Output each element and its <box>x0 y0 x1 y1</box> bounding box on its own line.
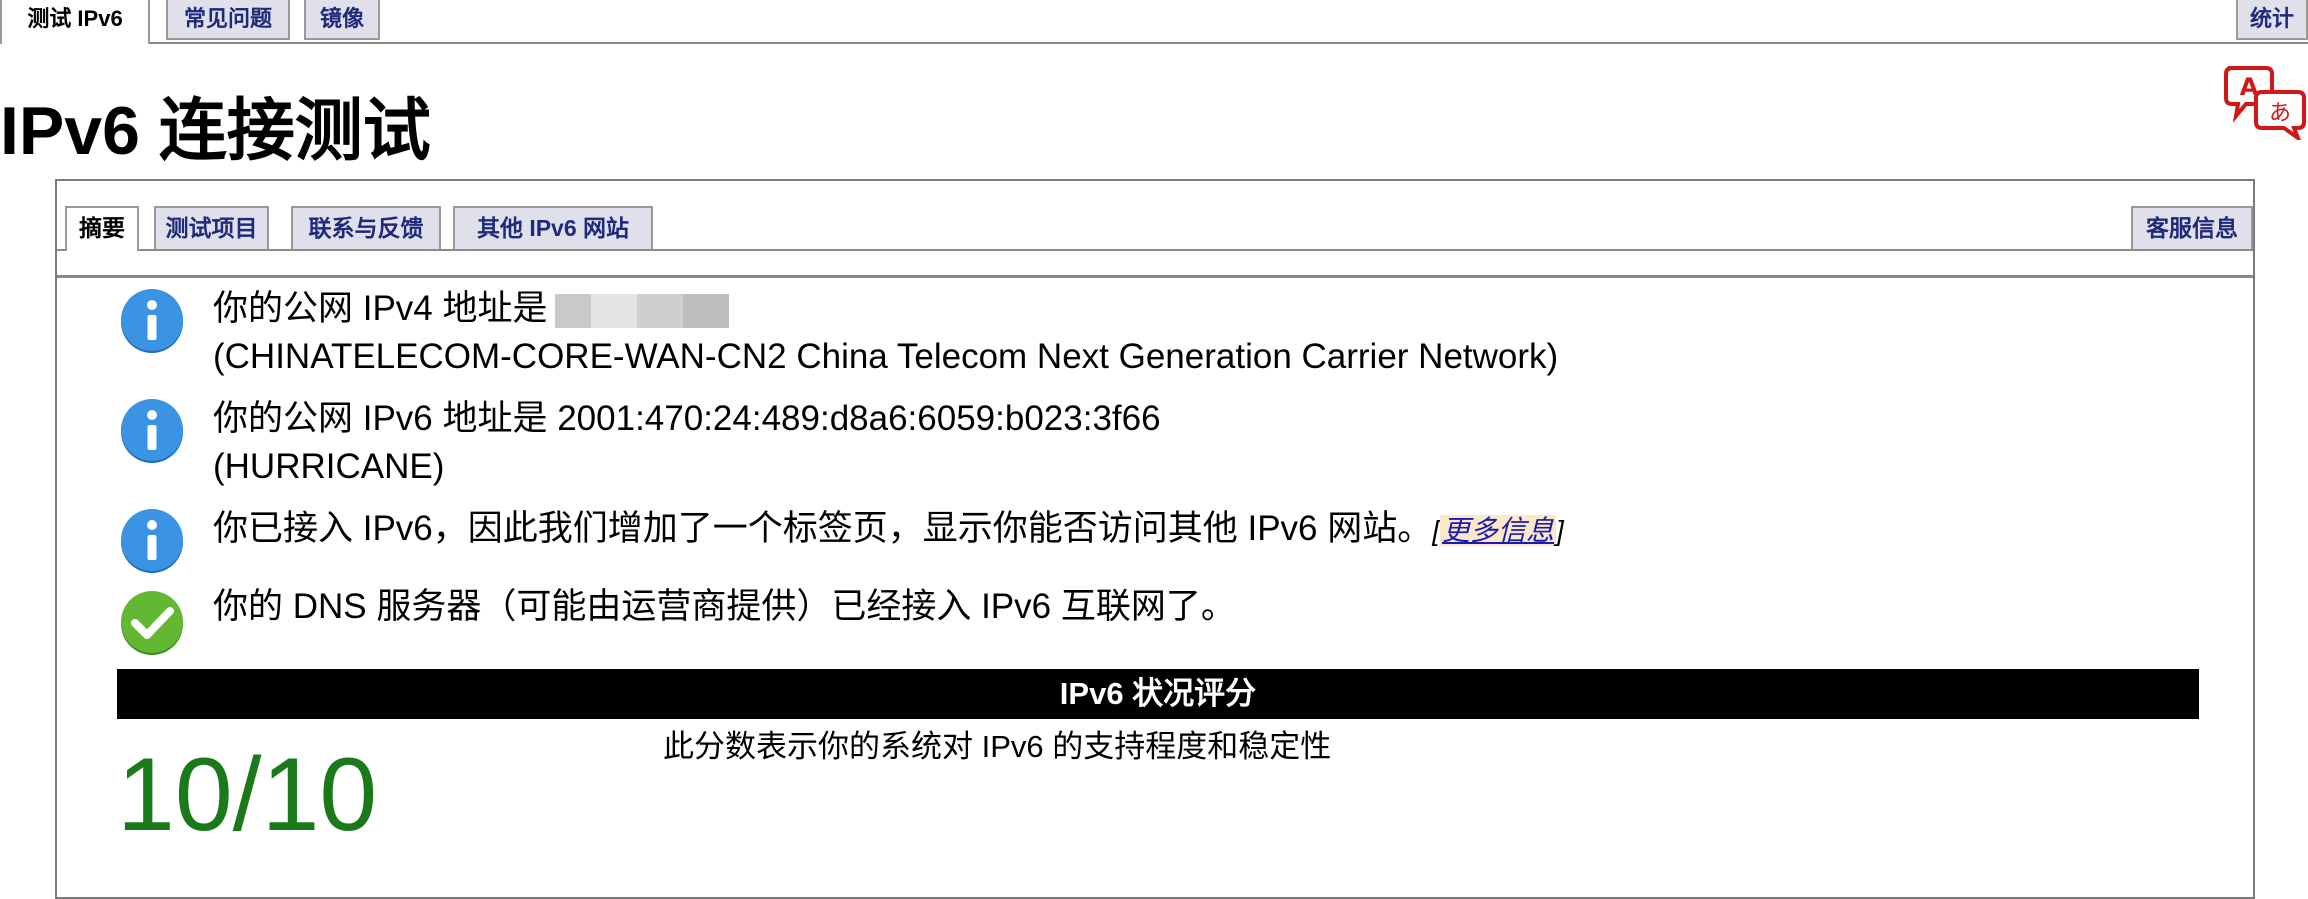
ipv6-label: 你的公网 IPv6 地址是 <box>213 399 548 438</box>
ipv4-isp: (CHINATELECOM-CORE-WAN-CN2 China Telecom… <box>213 337 1559 376</box>
top-tab-bar: 测试 IPv6 常见问题 镜像 统计 <box>0 0 2308 44</box>
summary-panel: 摘要 测试项目 联系与反馈 其他 IPv6 网站 客服信息 你的公网 IPv4 … <box>55 179 2255 899</box>
dns-text: 你的 DNS 服务器（可能由运营商提供）已经接入 IPv6 互联网了。 <box>213 587 1236 626</box>
tab-summary[interactable]: 摘要 <box>65 206 139 251</box>
score-description: 此分数表示你的系统对 IPv6 的支持程度和稳定性 <box>663 729 1332 764</box>
ipv4-label: 你的公网 IPv4 地址是 <box>213 289 548 328</box>
ipv4-text: 你的公网 IPv4 地址是 (CHINATELECOM-CORE-WAN-CN2… <box>213 285 1558 381</box>
info-icon <box>121 289 183 353</box>
inner-tab-underline <box>57 275 2253 278</box>
info-icon <box>121 509 183 573</box>
more-info-open-bracket: [ <box>1432 515 1441 546</box>
score-value: 10/10 <box>117 737 378 853</box>
checkmark-icon <box>121 591 183 655</box>
score-header: IPv6 状况评分 <box>117 669 2199 719</box>
tab-contact[interactable]: 联系与反馈 <box>291 206 441 249</box>
tab-other-ipv6-sites[interactable]: 其他 IPv6 网站 <box>453 206 653 249</box>
more-info: [更多信息] <box>1432 515 1564 546</box>
top-tab-baseline <box>0 42 2308 44</box>
tab-notice-text: 你已接入 IPv6，因此我们增加了一个标签页，显示你能否访问其他 IPv6 网站… <box>213 505 1564 555</box>
tab-mirrors[interactable]: 镜像 <box>304 0 380 40</box>
inner-tab-bar: 摘要 测试项目 联系与反馈 其他 IPv6 网站 客服信息 <box>57 181 2253 279</box>
tab-tests[interactable]: 测试项目 <box>154 206 269 249</box>
page-title: IPv6 连接测试 <box>0 93 431 169</box>
tab-helpdesk[interactable]: 客服信息 <box>2131 206 2253 249</box>
tab-faq[interactable]: 常见问题 <box>166 0 290 40</box>
tab-test-ipv6[interactable]: 测试 IPv6 <box>0 0 150 44</box>
inner-tab-baseline <box>57 249 2253 251</box>
tab-notice: 你已接入 IPv6，因此我们增加了一个标签页，显示你能否访问其他 IPv6 网站… <box>213 509 1433 548</box>
info-icon <box>121 399 183 463</box>
ipv6-text: 你的公网 IPv6 地址是 2001:470:24:489:d8a6:6059:… <box>213 395 1161 491</box>
translate-icon[interactable]: A あ <box>2222 64 2308 144</box>
more-info-link[interactable]: 更多信息 <box>1440 515 1557 546</box>
tab-stats[interactable]: 统计 <box>2236 0 2308 40</box>
more-info-close-bracket: ] <box>1556 515 1564 546</box>
svg-text:あ: あ <box>2269 101 2291 126</box>
ipv4-masked-address <box>555 293 730 328</box>
ipv6-address: 2001:470:24:489:d8a6:6059:b023:3f66 <box>557 399 1161 438</box>
ipv6-isp: (HURRICANE) <box>213 447 445 486</box>
